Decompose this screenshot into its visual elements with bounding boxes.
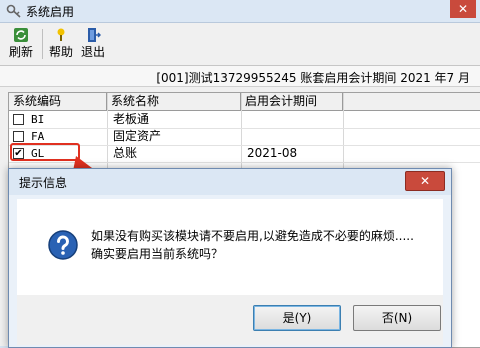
header-period[interactable]: 启用会计期间 [241,93,343,110]
table-row[interactable]: BI 老板通 [9,111,480,129]
dialog-close-button[interactable]: ✕ [405,171,445,191]
window-title: 系统启用 [26,5,75,19]
toolbar-separator [42,29,43,59]
help-icon [57,28,65,41]
account-info-text: [001]测试13729955245 账套启用会计期间 2021 年7 月 [156,71,470,85]
exit-label: 退出 [80,45,105,59]
dialog-title: 提示信息 [19,176,68,190]
window-titlebar: 系统启用 ✕ [0,0,480,23]
header-code[interactable]: 系统编码 [9,93,107,110]
table-row[interactable]: FA 固定资产 [9,128,480,146]
table-header: 系统编码 系统名称 启用会计期间 [9,93,480,111]
window-close-button[interactable]: ✕ [450,0,476,18]
account-info-bar: [001]测试13729955245 账套启用会计期间 2021 年7 月 [0,66,480,87]
refresh-label: 刷新 [8,45,33,59]
row-name: 固定资产 [113,129,162,143]
help-label: 帮助 [48,45,73,59]
refresh-icon [14,28,28,42]
exit-button[interactable]: 退出 [78,27,108,63]
prompt-dialog: 提示信息 ✕ 如果没有购买该模块请不要启用,以避免造成不必要的麻烦..... 确… [8,168,452,348]
question-icon [48,230,78,260]
no-button[interactable]: 否(N) [353,305,441,331]
dialog-body: 如果没有购买该模块请不要启用,以避免造成不必要的麻烦..... 确实要启用当前系… [17,199,443,295]
dialog-footer: 是(Y) 否(N) [17,295,443,345]
help-button[interactable]: 帮助 [46,27,76,63]
dialog-titlebar: 提示信息 ✕ [9,169,451,195]
yes-button[interactable]: 是(Y) [253,305,341,331]
key-icon [6,4,21,18]
row-code: BI [31,113,45,126]
exit-door-icon [88,28,101,42]
dialog-message-line1: 如果没有购买该模块请不要启用,以避免造成不必要的麻烦..... [91,229,414,243]
row-checkbox[interactable] [13,114,24,125]
refresh-button[interactable]: 刷新 [6,27,36,63]
toolbar: 刷新 帮助 退出 [0,23,480,66]
row-period: 2021-08 [247,146,298,160]
row-checkbox[interactable] [13,131,24,142]
dialog-message-line2: 确实要启用当前系统吗？ [91,247,224,261]
header-name[interactable]: 系统名称 [107,93,241,110]
row-name: 老板通 [113,112,150,126]
